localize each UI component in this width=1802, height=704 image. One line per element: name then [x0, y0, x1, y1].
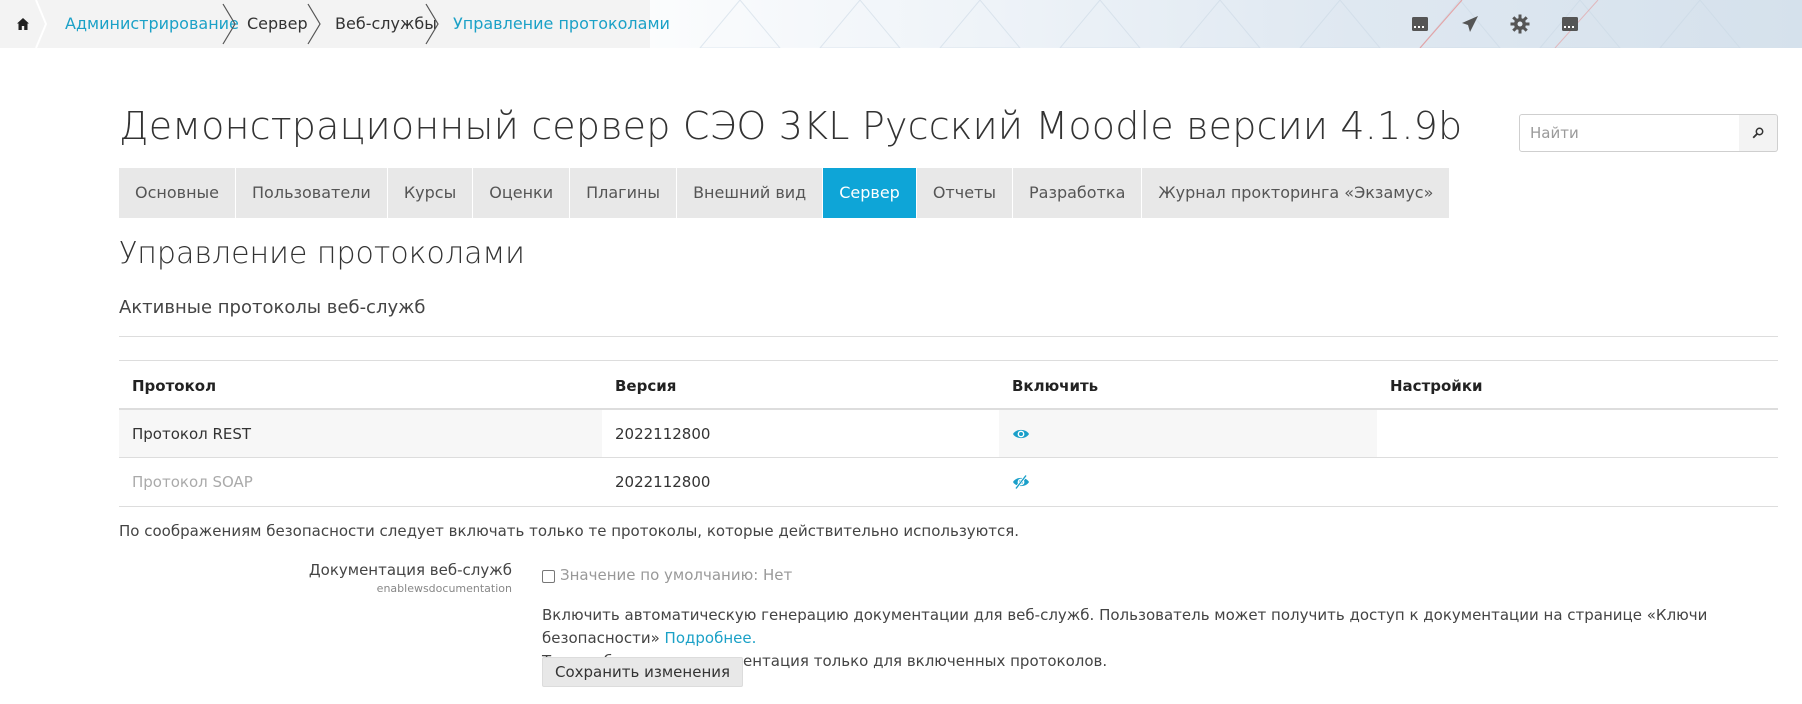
breadcrumb-separator-icon: [35, 0, 48, 48]
eye-slash-icon[interactable]: [1012, 473, 1030, 491]
search-button[interactable]: [1739, 114, 1778, 152]
breadcrumb-item-administration[interactable]: Администрирование: [65, 0, 239, 48]
row-divider: [119, 506, 1778, 507]
security-note: По соображениям безопасности следует вкл…: [119, 522, 1020, 540]
column-header-enable: Включить: [1012, 377, 1099, 395]
tab-grades[interactable]: Оценки: [473, 168, 571, 218]
protocol-name: Протокол REST: [132, 425, 252, 443]
breadcrumb-item-manage-protocols[interactable]: Управление протоколами: [453, 0, 670, 48]
default-value: Значение по умолчанию: Нет: [560, 566, 793, 584]
storage-icon[interactable]: [1410, 14, 1430, 34]
more-link[interactable]: Подробнее.: [665, 629, 757, 647]
divider: [119, 336, 1778, 337]
eye-icon[interactable]: [1012, 425, 1030, 443]
setting-label: Документация веб-служб: [308, 561, 512, 579]
protocol-version: 2022112800: [615, 473, 711, 491]
column-header-version: Версия: [615, 377, 677, 395]
protocol-version: 2022112800: [615, 425, 711, 443]
column-header-settings: Настройки: [1390, 377, 1483, 395]
save-changes-button[interactable]: Сохранить изменения: [542, 657, 744, 687]
setting-name: enablewsdocumentation: [376, 582, 512, 595]
breadcrumb: Администрирование Сервер Веб-службы Упра…: [0, 0, 670, 48]
page-title: Управление протоколами: [119, 236, 525, 271]
table-row: Протокол SOAP 2022112800: [119, 458, 1778, 506]
user-menu-icon[interactable]: [1560, 14, 1580, 34]
breadcrumb-separator-icon: [307, 3, 321, 45]
breadcrumb-item-webservices[interactable]: Веб-службы: [335, 0, 437, 48]
top-navbar: Администрирование Сервер Веб-службы Упра…: [0, 0, 1802, 48]
protocol-name: Протокол SOAP: [132, 473, 253, 491]
tab-reports[interactable]: Отчеты: [916, 168, 1013, 218]
tab-plugins[interactable]: Плагины: [570, 168, 678, 218]
column-header-protocol: Протокол: [132, 377, 217, 395]
tab-appearance[interactable]: Внешний вид: [677, 168, 824, 218]
tab-general[interactable]: Основные: [119, 168, 237, 218]
admin-tabs: Основные Пользователи Курсы Оценки Плаги…: [119, 168, 1451, 218]
breadcrumb-separator-icon: [425, 3, 439, 45]
home-icon: [17, 18, 29, 30]
table-top-border: [119, 360, 1778, 361]
breadcrumb-separator-icon: [222, 3, 236, 45]
tab-users[interactable]: Пользователи: [236, 168, 388, 218]
gear-icon[interactable]: [1510, 14, 1530, 34]
tab-courses[interactable]: Курсы: [387, 168, 474, 218]
tab-development[interactable]: Разработка: [1013, 168, 1143, 218]
site-title: Демонстрационный сервер СЭО 3KL Русский …: [119, 104, 1463, 148]
search-icon: [1752, 127, 1764, 139]
table-row: Протокол REST 2022112800: [119, 410, 1778, 458]
tab-proctoring-log[interactable]: Журнал прокторинга «Экзамус»: [1142, 168, 1451, 218]
tab-server[interactable]: Сервер: [823, 168, 917, 218]
send-icon[interactable]: [1460, 14, 1480, 34]
section-heading: Активные протоколы веб-служб: [119, 297, 426, 318]
enable-ws-documentation-checkbox[interactable]: [542, 570, 555, 583]
breadcrumb-item-server[interactable]: Сервер: [247, 0, 308, 48]
